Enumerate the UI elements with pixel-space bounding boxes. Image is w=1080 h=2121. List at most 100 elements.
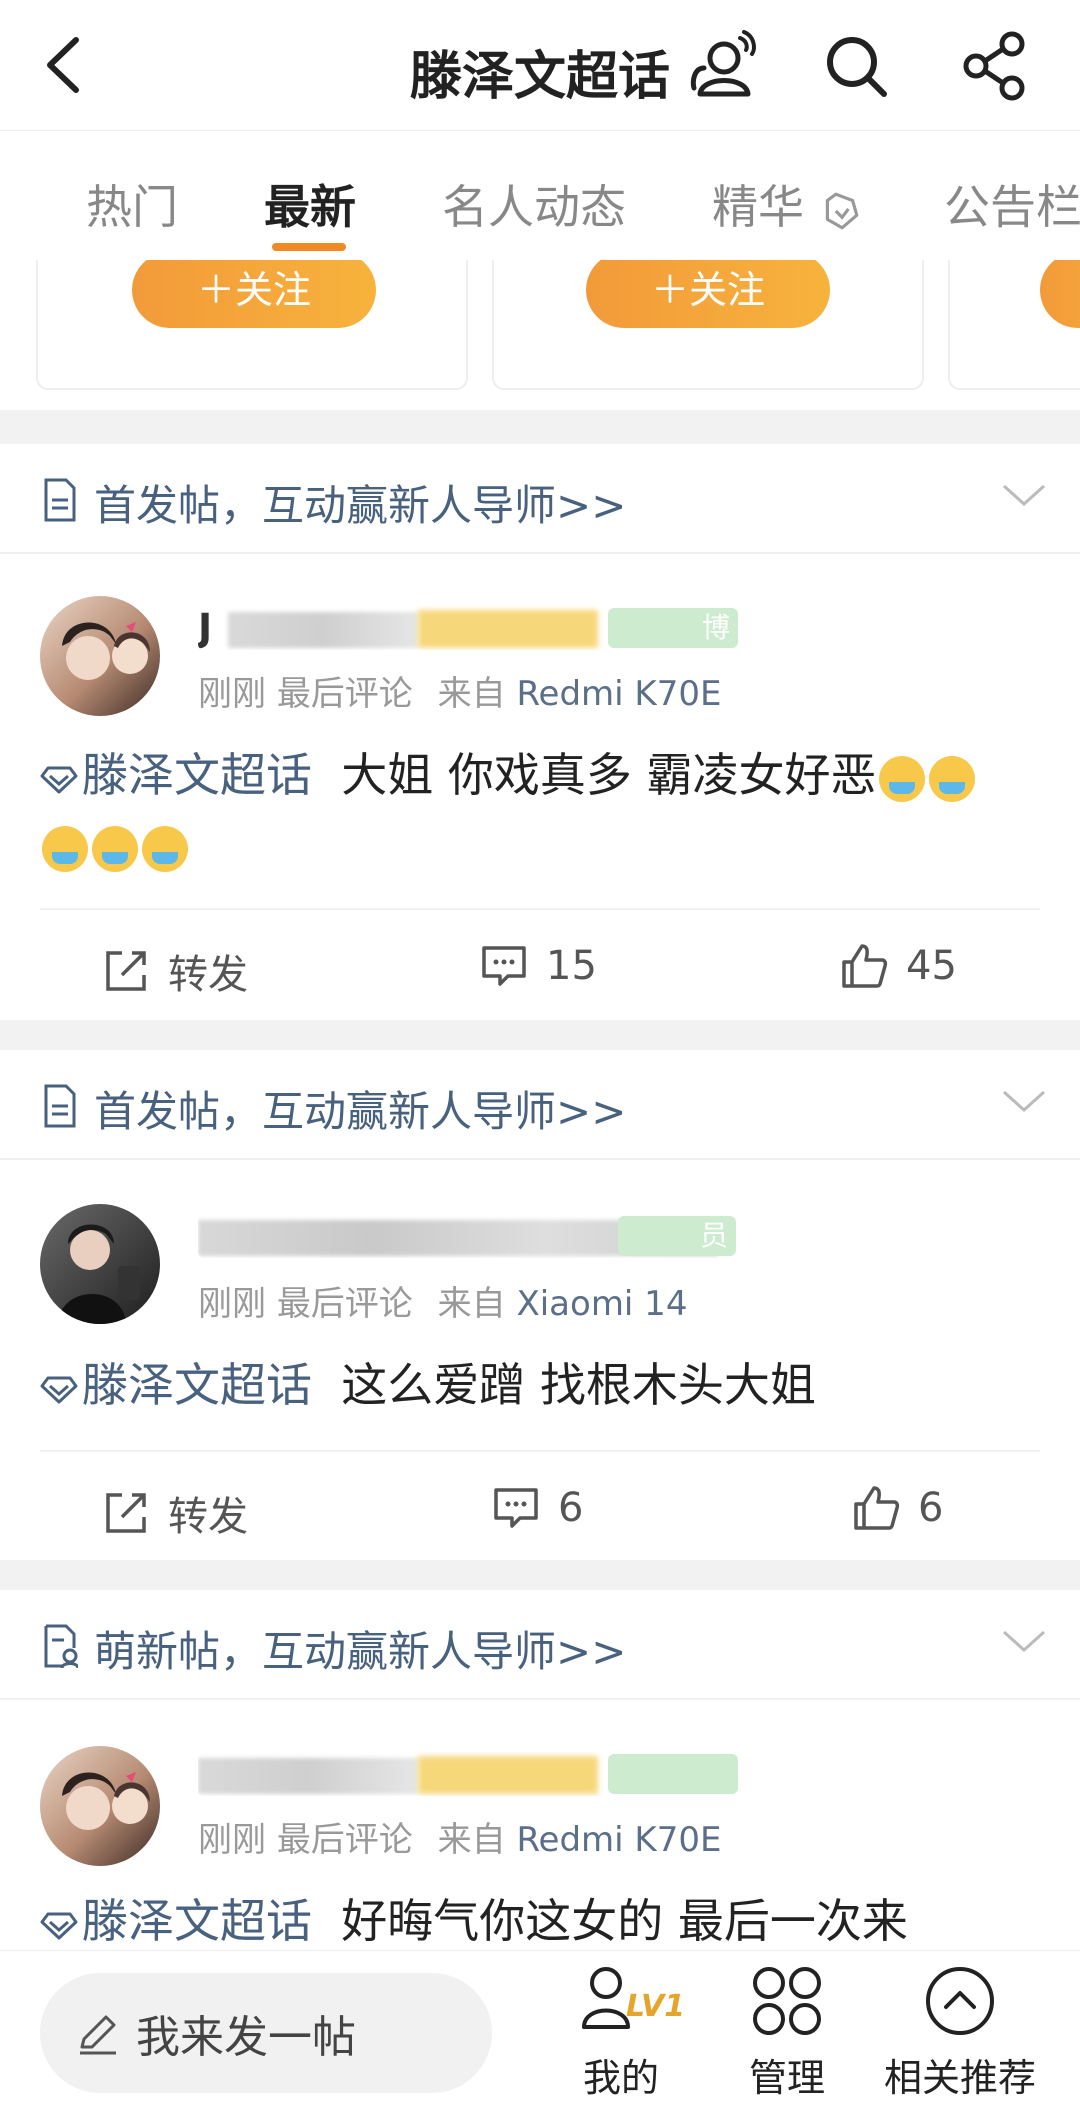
like-button[interactable]: 6 — [852, 1484, 943, 1532]
post-meta: 刚刚 最后评论 来自 Xiaomi 14 — [198, 1276, 687, 1325]
from-label: 来自 — [437, 674, 506, 714]
topic-diamond-icon — [40, 1912, 78, 1939]
username-blurred[interactable] — [198, 1752, 738, 1796]
section-divider — [0, 1020, 1080, 1050]
newbie-document-icon — [44, 1624, 78, 1668]
tab-hot[interactable]: 热门 — [86, 171, 178, 237]
section-header[interactable]: 首发帖，互动赢新人导师>> — [0, 1050, 1080, 1160]
back-arrow-icon[interactable] — [36, 30, 96, 100]
document-icon — [44, 1084, 76, 1128]
follow-button[interactable]: ＋关注 — [132, 260, 376, 328]
section-header-text: 首发帖，互动赢新人导师>> — [94, 1087, 627, 1136]
recommend-card: ＋关注 — [492, 260, 924, 390]
recommended-cards: ＋关注 ＋关注 — [0, 260, 1080, 410]
post-card: 员 刚刚 最后评论 来自 Xiaomi 14 滕泽文超话 这么爱蹭 找根木头大姐… — [0, 1160, 1080, 1560]
topic-diamond-icon — [40, 766, 78, 793]
member-badge: 博 — [608, 608, 738, 648]
topic-diamond-icon — [40, 1376, 78, 1403]
comment-button[interactable]: 6 — [492, 1484, 583, 1532]
chevron-down-icon[interactable] — [1000, 1086, 1048, 1116]
post-meta: 刚刚 最后评论 来自 Redmi K70E — [198, 1812, 721, 1861]
repost-icon — [106, 1493, 146, 1533]
post-actions: 转发 15 45 — [40, 908, 1040, 1018]
device-name: Redmi K70E — [516, 1820, 722, 1860]
from-label: 来自 — [437, 1284, 506, 1324]
search-icon[interactable] — [818, 28, 894, 104]
like-count: 45 — [906, 943, 957, 989]
repost-button[interactable]: 转发 — [102, 942, 248, 1000]
section-header[interactable]: 萌新帖，互动赢新人导师>> — [0, 1590, 1080, 1700]
post-text: 大姐 你戏真多 霸凌女好恶 — [341, 748, 877, 802]
topic-link[interactable]: 滕泽文超话 — [82, 1894, 312, 1948]
group-chat-icon[interactable] — [684, 28, 760, 104]
comment-count: 6 — [558, 1485, 584, 1531]
vomit-emoji-icon — [142, 825, 188, 872]
last-comment-label: 最后评论 — [276, 1820, 413, 1860]
avatar[interactable] — [40, 596, 160, 716]
from-label: 来自 — [437, 1820, 506, 1860]
recommend-card — [948, 260, 1080, 390]
compose-post-button[interactable]: 我来发一帖 — [40, 1973, 492, 2093]
nav-mine[interactable]: LV1 我的 — [546, 1961, 696, 2102]
repost-button[interactable]: 转发 — [102, 1484, 248, 1542]
chevron-down-icon[interactable] — [1000, 480, 1048, 510]
section-header-text: 首发帖，互动赢新人导师>> — [94, 481, 627, 530]
nav-manage[interactable]: 管理 — [712, 1961, 862, 2102]
tab-featured-label: 精华 — [712, 180, 804, 234]
last-comment-label: 最后评论 — [276, 1284, 413, 1324]
section-divider — [0, 1560, 1080, 1590]
bottom-bar: 我来发一帖 LV1 我的 管理 相关推荐 — [0, 1950, 1080, 2121]
post-time: 刚刚 — [198, 1820, 266, 1860]
post-card: 刚刚 最后评论 来自 Redmi K70E 滕泽文超话 好晦气你这女的 最后一次… — [0, 1700, 1080, 1950]
repost-label: 转发 — [168, 952, 248, 998]
avatar[interactable] — [40, 1746, 160, 1866]
diamond-icon — [825, 192, 858, 229]
avatar-image — [58, 1224, 140, 1324]
tab-bar: 热门 最新 名人动态 精华 公告栏 — [0, 130, 1080, 260]
topic-link[interactable]: 滕泽文超话 — [82, 1358, 312, 1412]
nav-recommend-label: 相关推荐 — [883, 2056, 1036, 2100]
nav-mine-label: 我的 — [582, 2056, 659, 2100]
post-meta: 刚刚 最后评论 来自 Redmi K70E — [198, 666, 721, 715]
section-header[interactable]: 首发帖，互动赢新人导师>> — [0, 444, 1080, 554]
thumbs-up-icon — [842, 944, 888, 988]
tab-celebrity[interactable]: 名人动态 — [442, 171, 626, 237]
page-title: 滕泽文超话 — [409, 47, 670, 107]
share-icon[interactable] — [956, 28, 1032, 104]
member-badge: 员 — [618, 1216, 736, 1256]
username-blurred[interactable]: 员 — [198, 1214, 738, 1258]
device-name: Xiaomi 14 — [516, 1284, 688, 1324]
vomit-emoji-icon — [878, 755, 925, 802]
repost-label: 转发 — [168, 1494, 248, 1540]
chevron-up-circle-icon — [926, 1967, 994, 2035]
username-blurred[interactable]: J 博 — [198, 606, 738, 650]
nav-manage-label: 管理 — [748, 2056, 825, 2100]
compose-label: 我来发一帖 — [136, 2012, 356, 2063]
chevron-down-icon[interactable] — [1000, 1626, 1048, 1656]
post-content[interactable]: 滕泽文超话 大姐 你戏真多 霸凌女好恶 — [40, 740, 1050, 880]
follow-button[interactable] — [1040, 260, 1080, 328]
comment-icon — [494, 1488, 538, 1528]
post-actions: 转发 6 6 — [40, 1450, 1040, 1560]
post-content[interactable]: 滕泽文超话 这么爱蹭 找根木头大姐 — [40, 1350, 1050, 1420]
repost-icon — [106, 951, 146, 991]
nav-recommend[interactable]: 相关推荐 — [870, 1961, 1050, 2102]
tab-announcements[interactable]: 公告栏 — [944, 171, 1080, 237]
avatar[interactable] — [40, 1204, 160, 1324]
section-divider — [0, 410, 1080, 444]
active-tab-indicator — [272, 243, 346, 251]
comment-count: 15 — [546, 943, 597, 989]
follow-button[interactable]: ＋关注 — [586, 260, 830, 328]
post-content[interactable]: 滕泽文超话 好晦气你这女的 最后一次来 — [40, 1886, 1050, 1950]
vomit-emoji-icon — [92, 825, 138, 872]
topic-link[interactable]: 滕泽文超话 — [82, 748, 312, 802]
thumbs-up-icon — [854, 1486, 900, 1530]
post-text: 这么爱蹭 找根木头大姐 — [341, 1358, 816, 1412]
member-badge — [608, 1754, 738, 1794]
comment-button[interactable]: 15 — [480, 942, 597, 990]
tab-featured[interactable]: 精华 — [712, 171, 861, 237]
vomit-emoji-icon — [928, 755, 975, 802]
tab-latest[interactable]: 最新 — [264, 171, 356, 237]
like-button[interactable]: 45 — [840, 942, 957, 990]
recommend-card: ＋关注 — [36, 260, 468, 390]
